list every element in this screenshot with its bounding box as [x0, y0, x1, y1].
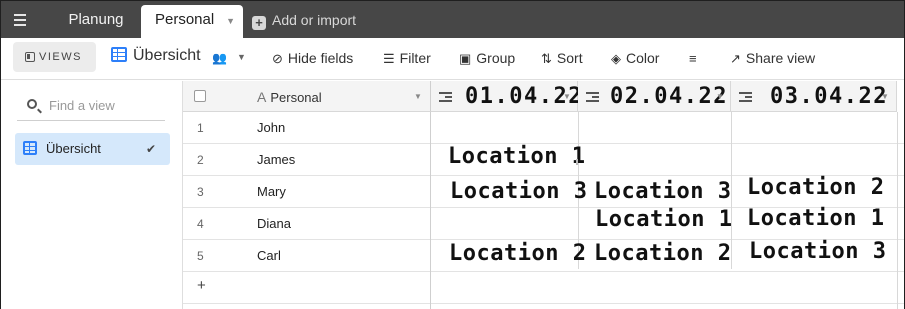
- cell-location[interactable]: Location 1: [747, 206, 884, 231]
- column-header-date-1[interactable]: 01.04.22 ▼: [431, 81, 581, 112]
- color-button[interactable]: ◈ Color: [611, 50, 659, 67]
- view-toolbar: VIEWS Übersicht 👥 ▼ ⊘ Hide fields ☰ Filter…: [1, 38, 904, 80]
- sort-label: Sort: [556, 50, 583, 66]
- hide-fields-label: Hide fields: [287, 50, 354, 66]
- table-row[interactable]: 1 John: [183, 112, 904, 144]
- views-sidebar: Find a view Übersicht ✔: [1, 81, 183, 309]
- cell-location[interactable]: Location 3: [450, 179, 587, 204]
- sidebar-toggle-icon: [25, 52, 35, 62]
- find-view-input[interactable]: Find a view: [17, 93, 165, 121]
- tab-personal[interactable]: Personal ▼: [141, 5, 243, 38]
- cell-edge-marker: [576, 159, 578, 165]
- sort-icon: ⇅: [541, 51, 552, 66]
- cell-location[interactable]: Location 2: [747, 175, 884, 200]
- personal-cell[interactable]: Mary: [257, 184, 286, 199]
- sort-button[interactable]: ⇅ Sort: [541, 50, 583, 67]
- view-name-label: Übersicht: [133, 47, 201, 64]
- chevron-down-icon[interactable]: ▼: [881, 92, 889, 101]
- views-toggle-button[interactable]: VIEWS: [13, 42, 96, 72]
- personal-cell[interactable]: Carl: [257, 248, 281, 263]
- date-column-label: 02.04.22: [610, 84, 728, 109]
- row-number: 3: [197, 185, 204, 199]
- single-select-field-icon: [586, 92, 599, 102]
- add-record-button[interactable]: +: [197, 277, 206, 294]
- views-label: VIEWS: [39, 51, 82, 63]
- plus-icon: +: [252, 16, 266, 30]
- hide-fields-button[interactable]: ⊘ Hide fields: [272, 50, 353, 67]
- eye-slash-icon: ⊘: [272, 51, 283, 66]
- color-label: Color: [626, 50, 660, 66]
- column-header-date-3[interactable]: 03.04.22 ▼: [731, 81, 897, 112]
- cell-location[interactable]: Location 1: [448, 144, 585, 169]
- select-all-checkbox[interactable]: [194, 90, 206, 102]
- text-field-icon: A: [257, 89, 267, 105]
- cell-location[interactable]: Location 2: [594, 241, 731, 266]
- chevron-down-icon[interactable]: ▼: [414, 92, 422, 101]
- group-icon: ▣: [459, 51, 472, 66]
- personal-cell[interactable]: Diana: [257, 216, 291, 231]
- grid-view-icon: [111, 47, 127, 62]
- row-number: 5: [197, 249, 204, 263]
- current-view-switcher[interactable]: Übersicht: [111, 47, 201, 65]
- filter-icon: ☰: [383, 51, 395, 66]
- column-divider: [897, 112, 898, 309]
- row-number: 2: [197, 153, 204, 167]
- sidebar-item-label: Übersicht: [46, 141, 101, 156]
- cell-location[interactable]: Location 2: [449, 241, 586, 266]
- single-select-field-icon: [439, 92, 452, 102]
- row-height-icon: ≡: [689, 51, 697, 66]
- collaborative-view-icon: 👥: [212, 51, 227, 65]
- personal-cell[interactable]: John: [257, 120, 285, 135]
- cell-location[interactable]: Location 3: [594, 179, 731, 204]
- column-divider: [430, 112, 431, 309]
- chevron-down-icon[interactable]: ▼: [563, 92, 571, 101]
- personal-column-title: A Personal: [257, 89, 322, 105]
- grid-view-icon: [23, 141, 37, 155]
- add-row-line: [183, 272, 904, 304]
- sidebar-item-uebersicht[interactable]: Übersicht ✔: [15, 133, 170, 165]
- personal-column-label: Personal: [270, 90, 322, 105]
- paint-bucket-icon: ◈: [611, 51, 621, 66]
- row-height-button[interactable]: ≡: [689, 50, 702, 66]
- group-button[interactable]: ▣ Group: [459, 50, 515, 67]
- filter-label: Filter: [399, 50, 431, 66]
- share-view-button[interactable]: ↗ Share view: [730, 50, 815, 67]
- data-grid: A Personal ▼ 01.04.22 ▼ 02.04.22 ▼ 03.04.…: [183, 81, 904, 309]
- row-number: 1: [197, 121, 204, 135]
- cell-location[interactable]: Location 3: [749, 239, 886, 264]
- column-header-date-2[interactable]: 02.04.22 ▼: [578, 81, 731, 112]
- group-label: Group: [476, 50, 516, 66]
- date-column-label: 03.04.22: [770, 84, 888, 109]
- tab-planung[interactable]: Planung: [53, 5, 139, 38]
- chevron-down-icon[interactable]: ▼: [237, 52, 246, 62]
- find-view-placeholder: Find a view: [49, 98, 115, 113]
- hamburger-icon[interactable]: [11, 11, 29, 29]
- cell-location[interactable]: Location 1: [595, 207, 732, 232]
- share-icon: ↗: [730, 51, 741, 66]
- top-tab-bar: Planung Personal ▼ + Add or import: [1, 1, 904, 38]
- primary-column-header[interactable]: A Personal ▼: [183, 81, 431, 112]
- chevron-down-icon[interactable]: ▼: [716, 92, 724, 101]
- single-select-field-icon: [739, 92, 752, 102]
- chevron-down-icon[interactable]: ▼: [226, 6, 235, 36]
- add-or-import-label: Add or import: [272, 12, 357, 28]
- search-icon: [27, 99, 37, 109]
- checkmark-icon: ✔: [145, 142, 156, 156]
- filter-button[interactable]: ☰ Filter: [383, 50, 431, 67]
- row-number: 4: [197, 217, 204, 231]
- personal-cell[interactable]: James: [257, 152, 295, 167]
- share-view-label: Share view: [745, 50, 816, 66]
- add-or-import-button[interactable]: + Add or import: [252, 5, 356, 35]
- tab-personal-label: Personal: [155, 11, 215, 28]
